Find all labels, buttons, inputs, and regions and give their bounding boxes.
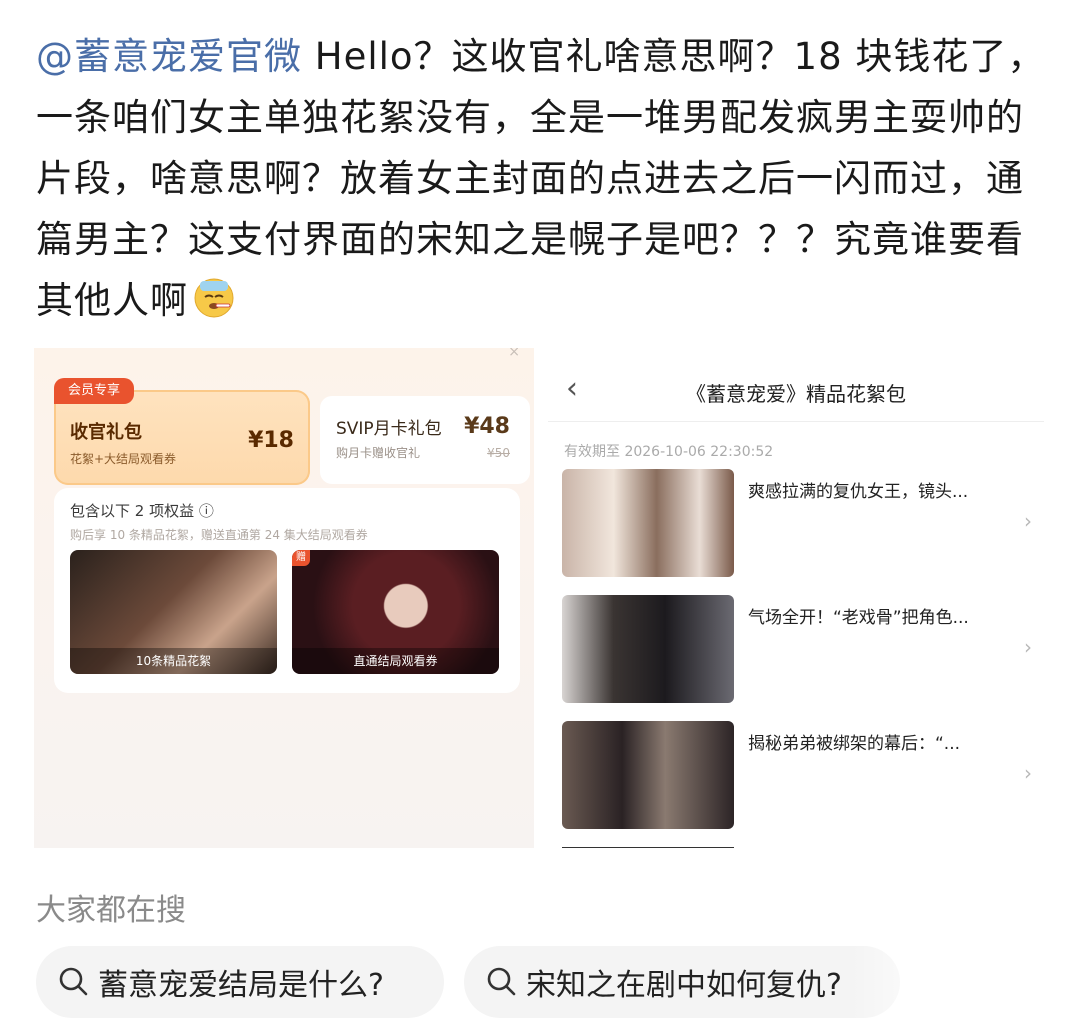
scroll-fade — [850, 946, 1080, 1018]
page-title: 《蓄意宠爱》精品花絮包 — [686, 382, 906, 406]
search-icon — [59, 967, 88, 996]
vip-badge: 会员专享 — [54, 378, 134, 404]
mention-link[interactable]: @蓄意宠爱官微 — [36, 35, 302, 78]
next-item-edge — [562, 847, 734, 848]
list-item-title: 气场全开！“老戏骨”把角色... — [748, 608, 969, 628]
close-icon[interactable]: × — [508, 348, 520, 360]
video-thumbnail — [562, 469, 734, 577]
original-price: ¥50 — [487, 446, 510, 460]
list-item[interactable]: 气场全开！“老戏骨”把角色... › — [562, 595, 1042, 703]
package-subtitle: 购月卡赠收官礼 — [336, 446, 421, 460]
bloopers-thumbnail[interactable]: 10条精品花絮 — [70, 550, 277, 674]
gift-badge: 赠 — [292, 550, 310, 566]
list-item[interactable]: 揭秘弟弟被绑架的幕后：“... › — [562, 721, 1042, 829]
search-icon — [487, 967, 516, 996]
post-body: Hello？这收官礼啥意思啊？18 块钱花了，一条咱们女主单独花絮没有，全是一堆… — [36, 35, 1046, 322]
post-text: @蓄意宠爱官微 Hello？这收官礼啥意思啊？18 块钱花了，一条咱们女主单独花… — [36, 26, 1046, 331]
package-card-svip[interactable]: SVIP月卡礼包 购月卡赠收官礼 ¥48 ¥50 — [320, 396, 530, 484]
video-thumbnail — [562, 721, 734, 829]
benefits-heading: 包含以下 2 项权益 ⓘ — [70, 502, 214, 520]
search-suggestion-text: 蓄意宠爱结局是什么? — [98, 968, 384, 1003]
validity-text: 有效期至 2026-10-06 22:30:52 — [564, 444, 774, 460]
thumbnail-caption: 10条精品花絮 — [70, 648, 277, 674]
package-subtitle: 花絮+大结局观看券 — [70, 452, 177, 466]
package-card-finale[interactable]: 收官礼包 花絮+大结局观看券 ¥18 — [54, 390, 310, 485]
sick-face-emoji-icon — [194, 278, 234, 318]
chevron-right-icon: › — [1024, 761, 1032, 785]
list-item[interactable]: 爽感拉满的复仇女王，镜头... › — [562, 469, 1042, 577]
package-price: ¥48 — [464, 414, 510, 439]
video-thumbnail — [562, 595, 734, 703]
bloopers-list-screenshot: ‹ 《蓄意宠爱》精品花絮包 有效期至 2026-10-06 22:30:52 爽… — [548, 348, 1044, 848]
thumbnail-caption: 直通结局观看券 — [292, 648, 499, 674]
benefits-panel: 包含以下 2 项权益 ⓘ 购后享 10 条精品花絮，赠送直通第 24 集大结局观… — [54, 488, 520, 693]
search-suggestion-text: 宋知之在剧中如何复仇? — [526, 968, 842, 1003]
list-item-title: 揭秘弟弟被绑架的幕后：“... — [748, 734, 961, 754]
chevron-right-icon: › — [1024, 635, 1032, 659]
finale-ticket-thumbnail[interactable]: 赠 直通结局观看券 — [292, 550, 499, 674]
search-suggestion-chip[interactable]: 宋知之在剧中如何复仇? — [464, 946, 900, 1018]
trending-search-heading: 大家都在搜 — [36, 893, 186, 928]
search-suggestion-chip[interactable]: 蓄意宠爱结局是什么? — [36, 946, 444, 1018]
package-title: SVIP月卡礼包 — [336, 419, 442, 439]
chevron-right-icon: › — [1024, 509, 1032, 533]
package-title: 收官礼包 — [70, 422, 142, 443]
purchase-screenshot: × 会员专享 收官礼包 花絮+大结局观看券 ¥18 SVIP月卡礼包 购月卡赠收… — [34, 348, 534, 848]
divider — [548, 421, 1044, 422]
benefits-subtext: 购后享 10 条精品花絮，赠送直通第 24 集大结局观看券 — [70, 528, 368, 542]
package-price: ¥18 — [248, 428, 294, 453]
list-item-title: 爽感拉满的复仇女王，镜头... — [748, 482, 969, 502]
